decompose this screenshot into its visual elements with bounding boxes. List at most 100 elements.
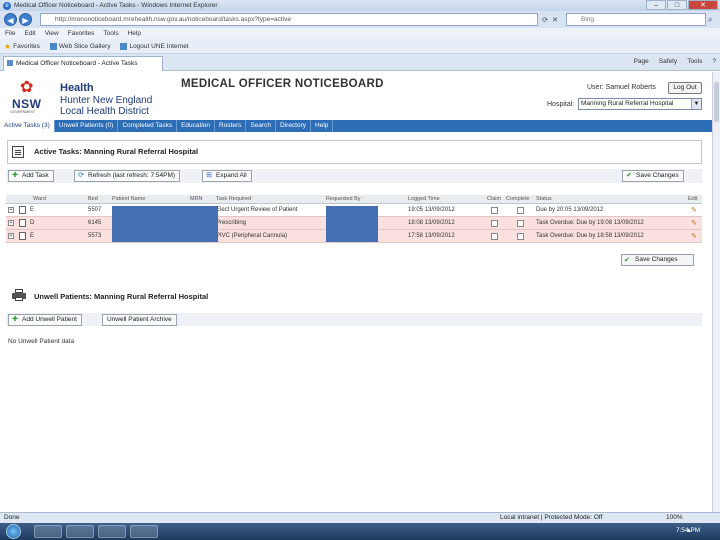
- menu-favorites[interactable]: Favorites: [68, 30, 95, 37]
- nav-education[interactable]: Education: [177, 120, 215, 132]
- nav-search[interactable]: Search: [246, 120, 277, 132]
- table-header: Ward Bed Patient Name MRN Task Required …: [6, 195, 702, 204]
- nav-completed-tasks[interactable]: Completed Tasks: [118, 120, 178, 132]
- start-button[interactable]: [6, 524, 21, 539]
- page-title: MEDICAL OFFICER NOTICEBOARD: [181, 78, 384, 90]
- expand-row-icon[interactable]: +: [8, 220, 14, 226]
- favorite-link-web-slice[interactable]: Web Slice Gallery: [59, 43, 111, 50]
- taskbar-app-ie[interactable]: [34, 525, 62, 538]
- expand-row-icon[interactable]: +: [8, 233, 14, 239]
- complete-checkbox[interactable]: [517, 220, 524, 227]
- complete-checkbox[interactable]: [517, 233, 524, 240]
- favorites-button[interactable]: Favorites: [13, 43, 40, 50]
- logo-text: NSW: [12, 97, 42, 111]
- add-unwell-label: Add Unwell Patient: [22, 316, 77, 323]
- menu-tools[interactable]: Tools: [103, 30, 118, 37]
- refresh-icon[interactable]: ⟳: [540, 16, 550, 24]
- claim-checkbox[interactable]: [491, 220, 498, 227]
- active-tasks-toolbar: ✚ Add Task ⟳ Refresh (last refresh: 7:54…: [6, 169, 702, 183]
- command-help[interactable]: ?: [712, 58, 716, 65]
- task-list-icon: [12, 146, 24, 158]
- nav-rosters[interactable]: Rosters: [215, 120, 247, 132]
- col-logged-time[interactable]: Logged Time: [408, 196, 440, 202]
- redaction-block: [326, 206, 378, 242]
- nav-unwell-patients[interactable]: Unwell Patients (0): [55, 120, 119, 132]
- logout-button[interactable]: Log Out: [668, 82, 702, 94]
- windows-taskbar: ▲ 7:54 PM: [0, 523, 720, 540]
- logout-link-icon: [120, 42, 128, 50]
- add-task-button[interactable]: ✚ Add Task: [8, 170, 54, 182]
- col-edit[interactable]: Edit: [688, 196, 697, 202]
- menu-help[interactable]: Help: [128, 30, 141, 37]
- stop-icon[interactable]: ✕: [550, 16, 560, 24]
- taskbar-app-explorer[interactable]: [66, 525, 94, 538]
- org-name-line3: Local Health District: [60, 106, 149, 117]
- edit-pencil-icon[interactable]: ✎: [691, 232, 697, 240]
- col-requested-by[interactable]: Requested By: [326, 196, 361, 202]
- nav-directory[interactable]: Directory: [276, 120, 312, 132]
- taskbar-app-media[interactable]: [98, 525, 126, 538]
- col-patient-name[interactable]: Patient Name: [112, 196, 145, 202]
- plus-icon: ✚: [12, 172, 18, 179]
- edit-pencil-icon[interactable]: ✎: [691, 219, 697, 227]
- taskbar-app-word[interactable]: [130, 525, 158, 538]
- unwell-archive-button[interactable]: Unwell Patient Archive: [102, 314, 177, 326]
- nav-active-tasks[interactable]: Active Tasks (3): [0, 120, 55, 132]
- expand-all-label: Expand All: [216, 172, 247, 179]
- command-page[interactable]: Page: [634, 58, 649, 65]
- favorites-bar: ★ Favorites Web Slice Gallery Logout UNE…: [0, 39, 720, 54]
- add-task-label: Add Task: [22, 172, 49, 179]
- favorites-star-icon: ★: [4, 41, 12, 51]
- search-input[interactable]: Bing: [566, 13, 706, 26]
- save-changes-button[interactable]: ✔ Save Changes: [622, 170, 684, 182]
- hospital-select[interactable]: Manning Rural Referral Hospital ▼: [578, 98, 702, 110]
- vertical-scrollbar[interactable]: [712, 72, 720, 512]
- menu-edit[interactable]: Edit: [24, 30, 35, 37]
- col-bed[interactable]: Bed: [88, 196, 98, 202]
- claim-checkbox[interactable]: [491, 233, 498, 240]
- nsw-health-logo: ✿ NSW GOVERNMENT: [10, 80, 52, 116]
- cell-ward: E: [30, 207, 35, 213]
- col-mrn[interactable]: MRN: [190, 196, 203, 202]
- minimize-icon[interactable]: –: [646, 0, 666, 10]
- col-task-required[interactable]: Task Required: [216, 196, 251, 202]
- expand-row-icon[interactable]: +: [8, 207, 14, 213]
- back-button[interactable]: ◀: [4, 13, 17, 26]
- document-icon: [19, 232, 26, 240]
- command-tools[interactable]: Tools: [687, 58, 702, 65]
- refresh-button[interactable]: ⟳ Refresh (last refresh: 7:54PM): [74, 170, 181, 182]
- command-safety[interactable]: Safety: [659, 58, 677, 65]
- complete-checkbox[interactable]: [517, 207, 524, 214]
- favorite-link-logout[interactable]: Logout UNE Internet: [129, 43, 188, 50]
- claim-checkbox[interactable]: [491, 207, 498, 214]
- document-icon: [19, 206, 26, 214]
- menu-file[interactable]: File: [5, 30, 15, 37]
- cell-logged: 19:05 13/09/2012: [408, 207, 455, 213]
- search-icon[interactable]: ⌕: [708, 15, 712, 25]
- status-bar: Done Local intranet | Protected Mode: Of…: [0, 512, 720, 523]
- address-field[interactable]: http://mononoticeboard.mrehealth.nsw.gov…: [40, 13, 538, 26]
- taskbar-clock[interactable]: 7:54 PM: [676, 527, 700, 534]
- save-changes-button-bottom[interactable]: ✔ Save Changes: [621, 254, 694, 266]
- security-zone[interactable]: Local intranet | Protected Mode: Off: [500, 514, 602, 521]
- zoom-level[interactable]: 100%: [666, 514, 683, 521]
- menu-view[interactable]: View: [45, 30, 59, 37]
- chevron-down-icon[interactable]: ▼: [691, 99, 701, 109]
- tab-active[interactable]: Medical Officer Noticeboard - Active Tas…: [3, 56, 163, 71]
- expand-all-button[interactable]: ⊞ Expand All: [202, 170, 252, 182]
- edit-pencil-icon[interactable]: ✎: [691, 206, 697, 214]
- forward-button[interactable]: ▶: [19, 13, 32, 26]
- nav-help[interactable]: Help: [311, 120, 334, 132]
- close-icon[interactable]: ✕: [688, 0, 718, 10]
- col-complete[interactable]: Complete: [506, 196, 530, 202]
- col-status[interactable]: Status: [536, 196, 552, 202]
- command-bar: Page Safety Tools ?: [624, 58, 716, 65]
- hospital-label: Hospital:: [547, 101, 575, 108]
- col-ward[interactable]: Ward: [33, 196, 46, 202]
- no-data-message: No Unwell Patient data: [8, 338, 75, 345]
- web-page: ✿ NSW GOVERNMENT Health Hunter New Engla…: [0, 72, 712, 512]
- maximize-icon[interactable]: □: [667, 0, 687, 10]
- scroll-thumb[interactable]: [714, 82, 719, 122]
- col-claim[interactable]: Claim: [487, 196, 501, 202]
- add-unwell-patient-button[interactable]: ✚ Add Unwell Patient: [8, 314, 82, 326]
